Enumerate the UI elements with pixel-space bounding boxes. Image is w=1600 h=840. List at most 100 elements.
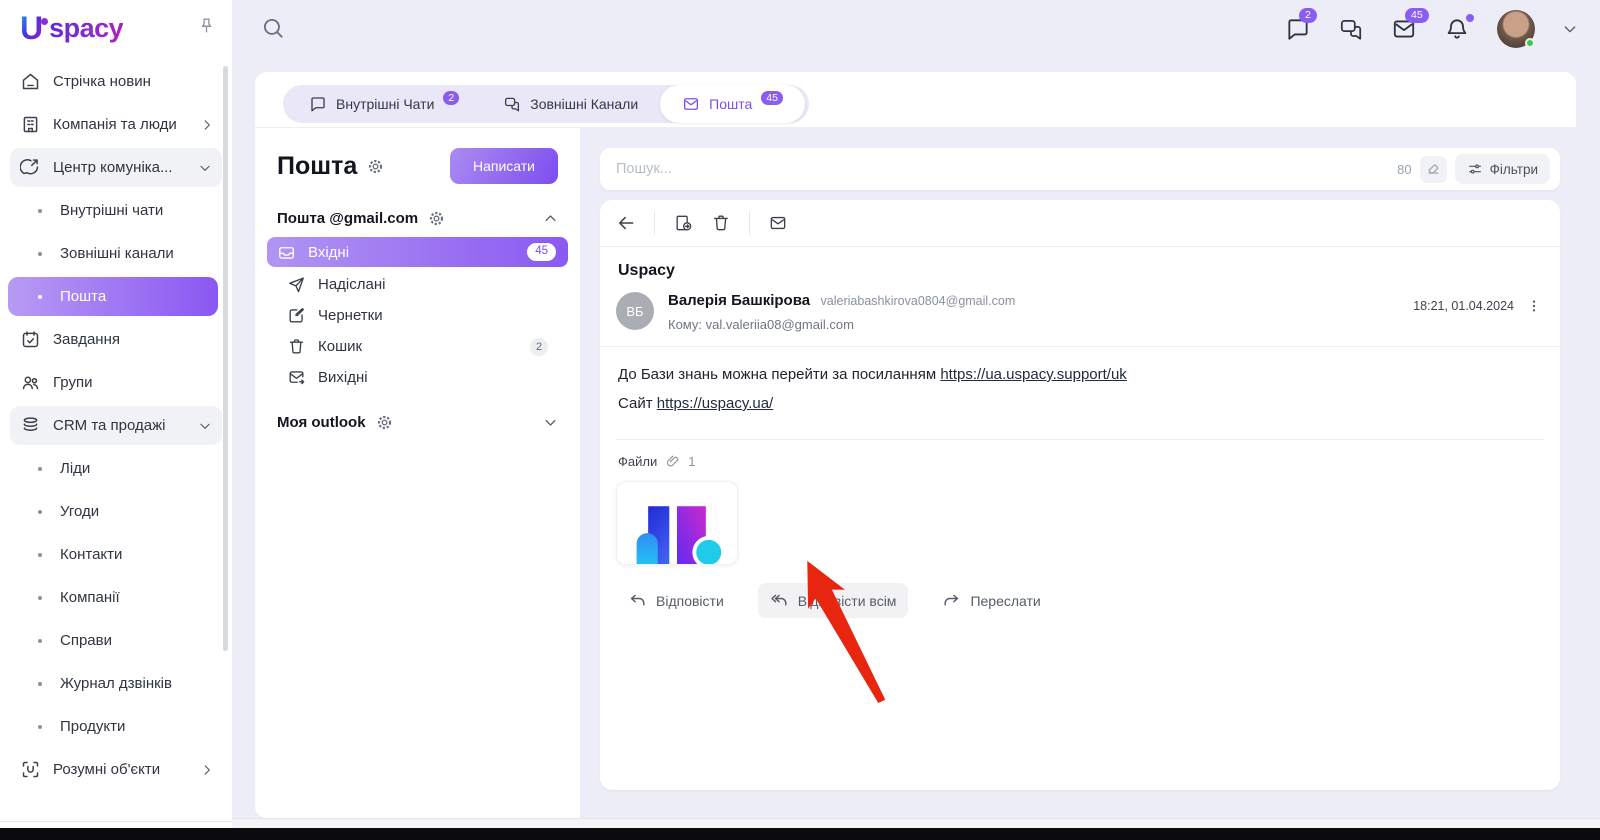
knowledge-base-link[interactable]: https://ua.uspacy.support/uk bbox=[940, 366, 1127, 383]
profile-chevron-icon[interactable] bbox=[1562, 21, 1578, 37]
tab-mail[interactable]: Пошта 45 bbox=[660, 85, 805, 123]
smart-objects-icon bbox=[20, 759, 41, 780]
sidebar-item-label: Журнал дзвінків bbox=[60, 675, 172, 692]
mark-unread-icon[interactable] bbox=[768, 213, 788, 233]
sidebar-item-contacts[interactable]: Контакти bbox=[0, 533, 232, 576]
chevron-down-icon[interactable] bbox=[543, 415, 558, 430]
sidebar-item-internal-chats[interactable]: Внутрішні чати bbox=[0, 189, 232, 232]
sidebar-item-smart-objects[interactable]: Розумні об'єкти bbox=[0, 748, 232, 791]
files-count: 1 bbox=[688, 454, 696, 469]
delete-email-icon[interactable] bbox=[711, 213, 731, 233]
sidebar-item-label: Угоди bbox=[60, 503, 100, 520]
gmail-account-row[interactable]: Пошта @gmail.com bbox=[277, 210, 558, 227]
sidebar-item-company-people[interactable]: Компанія та люди bbox=[0, 103, 232, 146]
sidebar-item-label: Контакти bbox=[60, 546, 123, 563]
tab-internal-chats[interactable]: Внутрішні Чати 2 bbox=[287, 85, 481, 123]
email-subject: Uspacy bbox=[618, 262, 675, 279]
folder-trash[interactable]: Кошик 2 bbox=[277, 332, 558, 361]
reply-button[interactable]: Відповісти bbox=[616, 583, 736, 618]
site-link[interactable]: https://uspacy.ua/ bbox=[657, 395, 773, 412]
channels-icon[interactable] bbox=[1338, 16, 1364, 42]
bottom-strip bbox=[232, 818, 1600, 828]
chevron-right-icon bbox=[200, 118, 214, 132]
sidebar-item-tasks[interactable]: Завдання bbox=[0, 318, 232, 361]
sidebar-item-crm-sales[interactable]: CRM та продажі bbox=[10, 406, 222, 445]
content-area: 2 45 Внутрішні Чати 2 Зовнішні Канали По… bbox=[232, 0, 1600, 828]
chat-badge: 2 bbox=[1299, 8, 1317, 23]
notifications-bell-icon[interactable] bbox=[1444, 14, 1474, 42]
mail-search-bar: 80 Фільтри bbox=[600, 148, 1560, 190]
mail-settings-gear-icon[interactable] bbox=[367, 158, 384, 175]
bullet-icon bbox=[38, 208, 42, 213]
sidebar-item-deals[interactable]: Угоди bbox=[0, 490, 232, 533]
recipient-line: Кому: val.valeriia08@gmail.com bbox=[668, 317, 854, 332]
sidebar-item-communication-center[interactable]: Центр комуніка... bbox=[10, 148, 222, 187]
chevron-up-icon[interactable] bbox=[543, 211, 558, 226]
tab-label: Пошта bbox=[709, 96, 753, 112]
sidebar-nav: Стрічка новин Компанія та люди Центр ком… bbox=[0, 56, 232, 791]
folder-drafts[interactable]: Чернетки bbox=[277, 301, 558, 330]
sidebar-item-activities[interactable]: Справи bbox=[0, 619, 232, 662]
sidebar-item-leads[interactable]: Ліди bbox=[0, 447, 232, 490]
sidebar-item-mail[interactable]: Пошта bbox=[8, 277, 218, 316]
logo[interactable]: U spacy bbox=[0, 0, 232, 56]
chat-icon[interactable]: 2 bbox=[1285, 8, 1317, 42]
mail-badge: 45 bbox=[1405, 8, 1429, 23]
sidebar-scrollbar[interactable] bbox=[223, 66, 228, 651]
sidebar-item-label: Центр комуніка... bbox=[53, 159, 173, 176]
sidebar-item-label: Компанія та люди bbox=[53, 116, 177, 133]
email-toolbar bbox=[600, 200, 1560, 246]
search-input[interactable] bbox=[616, 161, 1398, 177]
folder-outbox[interactable]: Вихідні bbox=[277, 363, 558, 392]
chevron-down-icon bbox=[198, 419, 212, 433]
folder-sent[interactable]: Надіслані bbox=[277, 270, 558, 299]
pin-sidebar-icon[interactable] bbox=[197, 16, 216, 40]
email-body: До Бази знань можна перейти за посилання… bbox=[600, 347, 1560, 431]
divider bbox=[749, 211, 750, 235]
user-avatar[interactable] bbox=[1497, 10, 1535, 48]
calendar-check-icon bbox=[20, 329, 41, 350]
reply-all-button[interactable]: Відповісти всім bbox=[757, 583, 909, 618]
sidebar-item-products[interactable]: Продукти bbox=[0, 705, 232, 748]
back-arrow-icon[interactable] bbox=[616, 213, 636, 233]
comm-center-icon bbox=[20, 157, 41, 178]
tab-external-channels[interactable]: Зовнішні Канали bbox=[481, 85, 660, 123]
move-to-folder-icon[interactable] bbox=[673, 213, 693, 233]
forward-button[interactable]: Переслати bbox=[930, 583, 1052, 618]
body-line: Сайт https://uspacy.ua/ bbox=[618, 389, 1542, 418]
more-options-icon[interactable] bbox=[1526, 298, 1542, 314]
filters-label: Фільтри bbox=[1489, 161, 1538, 177]
online-status-dot bbox=[1525, 38, 1535, 48]
bullet-icon bbox=[38, 724, 42, 729]
folder-label: Вхідні bbox=[308, 243, 350, 261]
global-search-icon[interactable] bbox=[260, 15, 286, 41]
tab-badge: 45 bbox=[761, 90, 783, 106]
logo-u-glyph: U bbox=[20, 10, 44, 46]
attachment-thumbnail[interactable] bbox=[616, 481, 738, 565]
mail-icon[interactable]: 45 bbox=[1391, 8, 1429, 42]
bullet-icon bbox=[38, 595, 42, 600]
sidebar-item-label: Компанії bbox=[60, 589, 120, 606]
tab-label: Зовнішні Канали bbox=[530, 96, 639, 112]
clear-search-eraser-icon[interactable] bbox=[1419, 155, 1447, 183]
body-line: До Бази знань можна перейти за посилання… bbox=[618, 360, 1542, 389]
sidebar-item-companies[interactable]: Компанії bbox=[0, 576, 232, 619]
sidebar-item-label: Розумні об'єкти bbox=[53, 761, 161, 778]
folder-inbox[interactable]: Вхідні 45 bbox=[267, 237, 568, 267]
sidebar-item-label: Внутрішні чати bbox=[60, 202, 164, 219]
bullet-icon bbox=[38, 681, 42, 686]
sidebar-item-label: CRM та продажі bbox=[53, 417, 166, 434]
mail-panel-title: Пошта bbox=[277, 151, 358, 180]
account-settings-gear-icon[interactable] bbox=[376, 414, 393, 431]
sidebar-item-external-channels[interactable]: Зовнішні канали bbox=[0, 232, 232, 275]
sidebar-item-groups[interactable]: Групи bbox=[0, 361, 232, 404]
folder-badge: 2 bbox=[530, 337, 548, 356]
sidebar-item-news-feed[interactable]: Стрічка новин bbox=[0, 60, 232, 103]
filters-button[interactable]: Фільтри bbox=[1454, 154, 1550, 184]
outlook-account-row[interactable]: Моя outlook bbox=[277, 414, 558, 431]
sidebar-item-call-log[interactable]: Журнал дзвінків bbox=[0, 662, 232, 705]
compose-button[interactable]: Написати bbox=[449, 148, 558, 184]
trash-icon bbox=[287, 337, 306, 356]
envelope-icon bbox=[682, 95, 700, 113]
account-settings-gear-icon[interactable] bbox=[428, 210, 445, 227]
